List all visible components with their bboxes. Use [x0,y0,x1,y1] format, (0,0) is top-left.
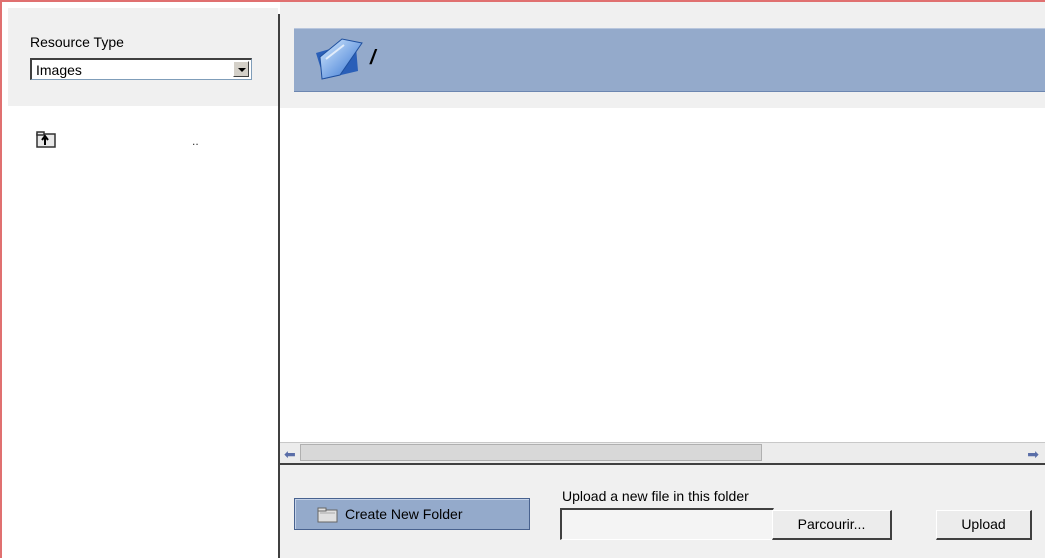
current-folder-header: / [294,28,1045,92]
actions-bar: Create New Folder Upload a new file in t… [280,466,1045,558]
create-folder-label: Create New Folder [345,506,463,522]
resource-type-label: Resource Type [30,34,124,50]
arrow-right-icon[interactable]: ➡ [1027,446,1039,463]
chevron-down-icon[interactable] [233,61,249,77]
open-folder-icon [312,35,364,83]
upload-label: Upload a new file in this folder [562,488,749,504]
arrow-left-icon[interactable]: ⬅ [284,446,296,463]
file-browser-pane: / ⬅ ➡ Create New Folder Upload a new fil… [280,2,1045,558]
upload-file-input[interactable] [560,508,774,540]
horizontal-scrollbar[interactable]: ⬅ ➡ [280,442,1045,465]
browse-button[interactable]: Parcourir... [772,510,892,540]
resource-type-select[interactable]: Images [30,58,252,80]
folder-list: .. [8,114,278,560]
resource-type-panel: Resource Type Images [8,8,278,106]
resource-type-value: Images [36,62,82,78]
file-list-area[interactable] [280,108,1045,442]
folder-tree-pane: Resource Type Images .. [2,2,278,560]
current-path: / [370,47,376,69]
upload-button[interactable]: Upload [936,510,1032,540]
new-folder-icon [317,507,339,523]
scrollbar-thumb[interactable] [300,444,762,461]
parent-folder-link[interactable]: .. [192,134,199,148]
folder-up-icon[interactable] [36,130,56,148]
create-folder-button[interactable]: Create New Folder [294,498,530,530]
